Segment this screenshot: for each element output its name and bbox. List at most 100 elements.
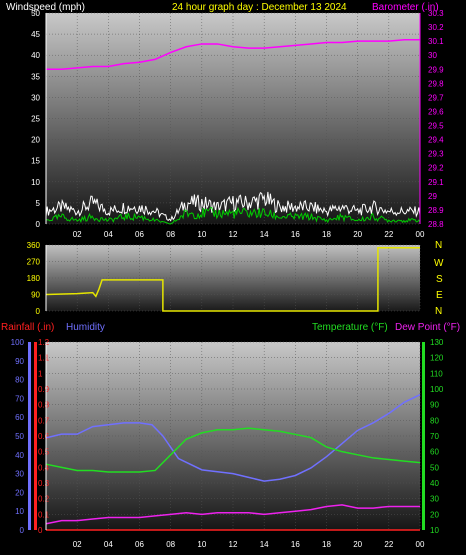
x-tick-label: 04 <box>104 230 113 239</box>
temperature-tick-label: 60 <box>430 448 439 457</box>
rainfall-axis-bar <box>34 342 37 530</box>
barometer-tick-label: 30.1 <box>428 37 444 46</box>
rainfall-tick-label: 0.1 <box>38 510 50 519</box>
x-tick-label: 06 <box>135 230 144 239</box>
rainfall-tick-label: 0.6 <box>38 432 50 441</box>
temperature-tick-label: 100 <box>430 385 444 394</box>
temperature-tick-label: 130 <box>430 338 444 347</box>
barometer-tick-label: 30 <box>428 51 437 60</box>
barometer-tick-label: 28.9 <box>428 206 444 215</box>
direction-tick-label: 0 <box>36 307 41 316</box>
barometer-tick-label: 29.3 <box>428 150 444 159</box>
barometer-tick-label: 29.1 <box>428 178 444 187</box>
rainfall-tick-label: 0.5 <box>38 448 50 457</box>
x-tick-label: 22 <box>384 540 393 549</box>
humidity-tick-label: 30 <box>15 470 24 479</box>
y-tick-label: 5 <box>36 199 41 208</box>
compass-label: S <box>436 274 443 285</box>
y-tick-label: 0 <box>36 220 41 229</box>
barometer-tick-label: 30.3 <box>428 9 444 18</box>
temperature-tick-label: 70 <box>430 432 439 441</box>
direction-tick-label: 360 <box>27 241 41 250</box>
humidity-axis-bar <box>28 342 31 530</box>
x-tick-label: 00 <box>416 540 425 549</box>
x-tick-label: 20 <box>353 230 362 239</box>
temperature-tick-label: 30 <box>430 495 439 504</box>
compass-label: W <box>434 258 444 269</box>
x-tick-label: 18 <box>322 540 331 549</box>
barometer-tick-label: 29.5 <box>428 122 444 131</box>
rainfall-tick-label: 0.3 <box>38 479 50 488</box>
compass-label: N <box>435 306 442 317</box>
temperature-tick-label: 120 <box>430 354 444 363</box>
compass-label: N <box>435 240 442 251</box>
rainfall-tick-label: 0.7 <box>38 416 50 425</box>
humidity-tick-label: 0 <box>20 526 25 535</box>
direction-tick-label: 90 <box>31 291 40 300</box>
temperature-tick-label: 20 <box>430 510 439 519</box>
windspeed-axis-title: Windspeed (mph) <box>6 2 85 13</box>
rainfall-tick-label: 1 <box>38 369 43 378</box>
humidity-tick-label: 50 <box>15 432 24 441</box>
x-tick-label: 10 <box>197 230 206 239</box>
x-tick-label: 02 <box>73 230 82 239</box>
barometer-tick-label: 29.2 <box>428 164 444 173</box>
rainfall-tick-label: 1.2 <box>38 338 50 347</box>
temperature-axis-bar <box>422 342 425 530</box>
barometer-tick-label: 29 <box>428 192 437 201</box>
x-tick-label: 18 <box>322 230 331 239</box>
barometer-tick-label: 29.9 <box>428 65 444 74</box>
x-tick-label: 16 <box>291 540 300 549</box>
y-tick-label: 10 <box>31 178 40 187</box>
x-tick-label: 04 <box>104 540 113 549</box>
humidity-axis-title: Humidity <box>66 322 105 333</box>
weather-graph: Windspeed (mph) 24 hour graph day : Dece… <box>0 0 466 555</box>
chart-title: 24 hour graph day : December 13 2024 <box>172 2 347 13</box>
y-tick-label: 50 <box>31 9 40 18</box>
rainfall-axis-title: Rainfall (.in) <box>1 322 54 333</box>
humidity-tick-label: 100 <box>11 338 25 347</box>
y-tick-label: 15 <box>31 157 40 166</box>
y-tick-label: 45 <box>31 30 40 39</box>
y-tick-label: 30 <box>31 93 40 102</box>
x-tick-label: 12 <box>229 230 238 239</box>
y-tick-label: 35 <box>31 72 40 81</box>
x-tick-label: 12 <box>229 540 238 549</box>
rainfall-tick-label: 0.8 <box>38 401 50 410</box>
humidity-tick-label: 90 <box>15 357 24 366</box>
temperature-tick-label: 80 <box>430 416 439 425</box>
y-tick-label: 20 <box>31 136 40 145</box>
temperature-tick-label: 90 <box>430 401 439 410</box>
x-tick-label: 14 <box>260 540 269 549</box>
x-tick-label: 08 <box>166 230 175 239</box>
direction-tick-label: 270 <box>27 258 41 267</box>
humidity-tick-label: 60 <box>15 413 24 422</box>
humidity-tick-label: 80 <box>15 376 24 385</box>
x-tick-label: 16 <box>291 230 300 239</box>
x-tick-label: 10 <box>197 540 206 549</box>
barometer-tick-label: 29.4 <box>428 136 444 145</box>
weather-chart-svg: Windspeed (mph) 24 hour graph day : Dece… <box>1 2 460 549</box>
barometer-tick-label: 29.6 <box>428 107 444 116</box>
rainfall-tick-label: 0 <box>38 526 43 535</box>
y-tick-label: 25 <box>31 115 40 124</box>
humidity-tick-label: 70 <box>15 394 24 403</box>
x-tick-label: 00 <box>416 230 425 239</box>
temperature-tick-label: 50 <box>430 463 439 472</box>
humidity-tick-label: 10 <box>15 507 24 516</box>
temperature-tick-label: 110 <box>430 369 443 378</box>
temperature-tick-label: 10 <box>430 526 439 535</box>
rainfall-tick-label: 1.1 <box>38 354 50 363</box>
temperature-tick-label: 40 <box>430 479 439 488</box>
y-tick-label: 40 <box>31 51 40 60</box>
direction-tick-label: 180 <box>27 274 41 283</box>
humidity-tick-label: 20 <box>15 488 24 497</box>
x-tick-label: 02 <box>73 540 82 549</box>
barometer-tick-label: 29.7 <box>428 93 444 102</box>
barometer-tick-label: 28.8 <box>428 220 444 229</box>
x-tick-label: 14 <box>260 230 269 239</box>
dewpoint-axis-title: Dew Point (°F) <box>395 322 460 333</box>
rainfall-tick-label: 0.2 <box>38 495 50 504</box>
x-tick-label: 08 <box>166 540 175 549</box>
barometer-tick-label: 29.8 <box>428 79 444 88</box>
